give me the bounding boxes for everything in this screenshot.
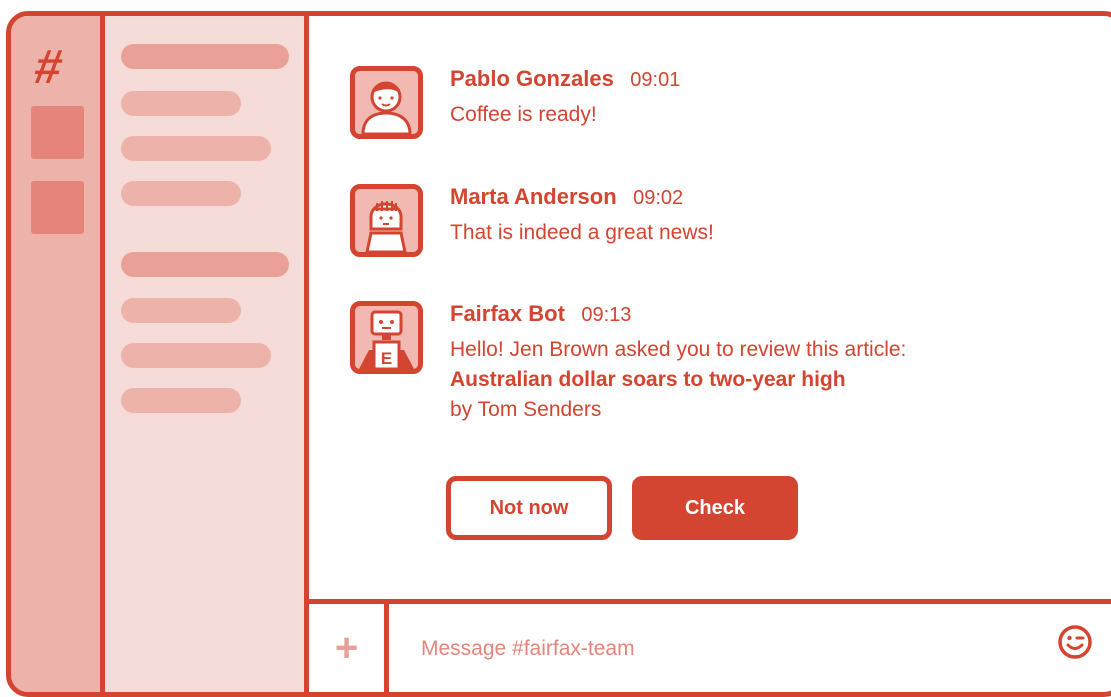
message-text: Hello! Jen Brown asked you to review thi…: [450, 335, 1090, 425]
channel-item[interactable]: [121, 298, 241, 323]
channel-item[interactable]: [121, 252, 289, 277]
check-button[interactable]: Check: [632, 476, 798, 540]
message-time: 09:13: [581, 304, 632, 326]
app-window: # Pablo Gonzales 09:01 Coffee is ready! …: [6, 11, 1111, 697]
message-text: Coffee is ready!: [450, 103, 597, 126]
message-author[interactable]: Fairfax Bot: [450, 301, 565, 326]
chat-pane: Pablo Gonzales 09:01 Coffee is ready! Ma…: [309, 16, 1111, 692]
message-time: 09:02: [633, 187, 684, 209]
emoji-icon[interactable]: [1057, 624, 1093, 665]
robot-avatar-icon[interactable]: E: [350, 301, 423, 374]
not-now-button[interactable]: Not now: [446, 476, 612, 540]
svg-text:E: E: [381, 349, 392, 368]
article-link[interactable]: Australian dollar soars to two-year high: [450, 365, 1090, 395]
message-input[interactable]: [399, 604, 1039, 692]
message-line: Hello! Jen Brown asked you to review thi…: [450, 338, 907, 361]
workspace-rail: #: [11, 16, 105, 692]
channel-item[interactable]: [121, 136, 271, 161]
message-composer: +: [309, 599, 1111, 692]
plus-icon[interactable]: +: [309, 604, 389, 692]
channel-item[interactable]: [121, 44, 289, 69]
workspace-button[interactable]: [31, 181, 84, 234]
channel-item[interactable]: [121, 388, 241, 413]
channel-item[interactable]: [121, 343, 271, 368]
channel-item[interactable]: [121, 181, 241, 206]
channel-sidebar: [105, 16, 309, 692]
woman-avatar-icon[interactable]: [350, 184, 423, 257]
channel-item[interactable]: [121, 91, 241, 116]
hash-icon: #: [30, 41, 67, 94]
article-byline: by Tom Senders: [450, 398, 602, 421]
message-author[interactable]: Pablo Gonzales: [450, 66, 614, 91]
workspace-button[interactable]: [31, 106, 84, 159]
message-time: 09:01: [630, 69, 681, 91]
man-avatar-icon[interactable]: [350, 66, 423, 139]
message-author[interactable]: Marta Anderson: [450, 184, 617, 209]
message-text: That is indeed a great news!: [450, 221, 714, 244]
